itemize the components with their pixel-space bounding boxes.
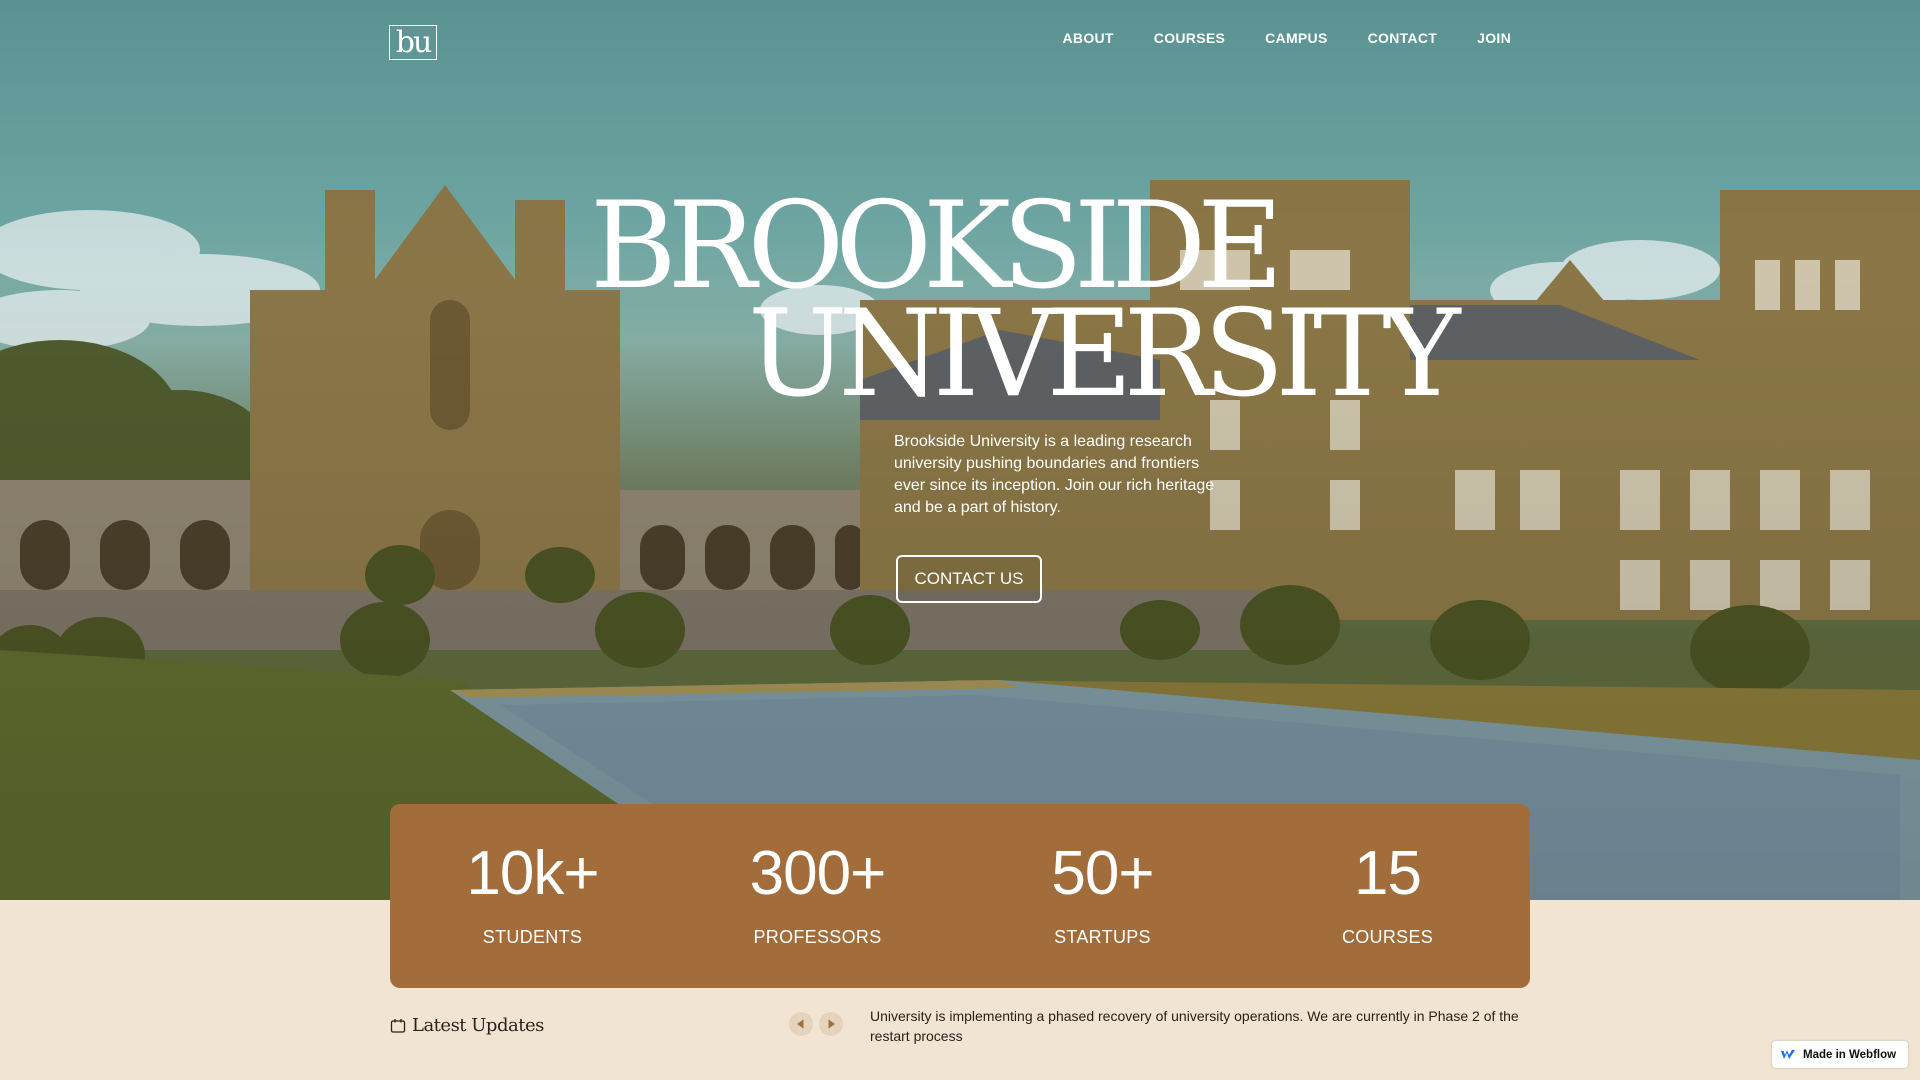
stat-startups: 50+ STARTUPS <box>960 804 1245 988</box>
stat-students: 10k+ STUDENTS <box>390 804 675 988</box>
stat-label: COURSES <box>1341 927 1434 947</box>
nav-item-join[interactable]: JOIN <box>1477 30 1511 46</box>
nav-item-about[interactable]: ABOUT <box>1063 30 1114 46</box>
nav-item-contact[interactable]: CONTACT <box>1368 30 1438 46</box>
stat-courses: 15 COURSES <box>1245 804 1530 988</box>
next-update-button[interactable] <box>819 1012 843 1036</box>
stat-value: 50+ <box>1051 839 1154 908</box>
update-text: University is implementing a phased reco… <box>870 1008 1519 1044</box>
main-nav: ABOUT COURSES CAMPUS CONTACT JOIN <box>1063 30 1512 46</box>
latest-updates-heading: Latest Updates <box>390 1015 544 1036</box>
page: bu ABOUT COURSES CAMPUS CONTACT JOIN BRO… <box>0 0 1920 1080</box>
stats-panel: 10k+ STUDENTS 300+ PROFESSORS 50+ STARTU… <box>390 804 1530 988</box>
contact-us-button[interactable]: CONTACT US <box>896 555 1042 603</box>
brand-logo[interactable]: bu <box>389 25 437 60</box>
webflow-logo-icon <box>1781 1049 1795 1059</box>
stat-label: PROFESSORS <box>753 927 882 947</box>
stat-label: STARTUPS <box>1054 927 1151 947</box>
latest-updates-title: Latest Updates <box>412 1015 544 1036</box>
hero-title-line-2: UNIVERSITY <box>748 282 1461 424</box>
previous-update-button[interactable] <box>789 1012 813 1036</box>
stat-label: STUDENTS <box>482 927 583 947</box>
stat-value: 10k+ <box>466 839 599 908</box>
triangle-left-icon <box>797 1019 804 1029</box>
made-in-webflow-badge[interactable]: Made in Webflow <box>1772 1041 1908 1068</box>
nav-item-campus[interactable]: CAMPUS <box>1265 30 1327 46</box>
calendar-icon <box>390 1018 406 1033</box>
hero-intro-text: Brookside University is a leading resear… <box>894 433 1215 516</box>
stat-professors: 300+ PROFESSORS <box>675 804 960 988</box>
badge-label: Made in Webflow <box>1803 1048 1897 1061</box>
stat-value: 300+ <box>749 839 887 908</box>
nav-item-courses[interactable]: COURSES <box>1154 30 1225 46</box>
stat-value: 15 <box>1354 839 1422 908</box>
triangle-right-icon <box>828 1019 835 1029</box>
